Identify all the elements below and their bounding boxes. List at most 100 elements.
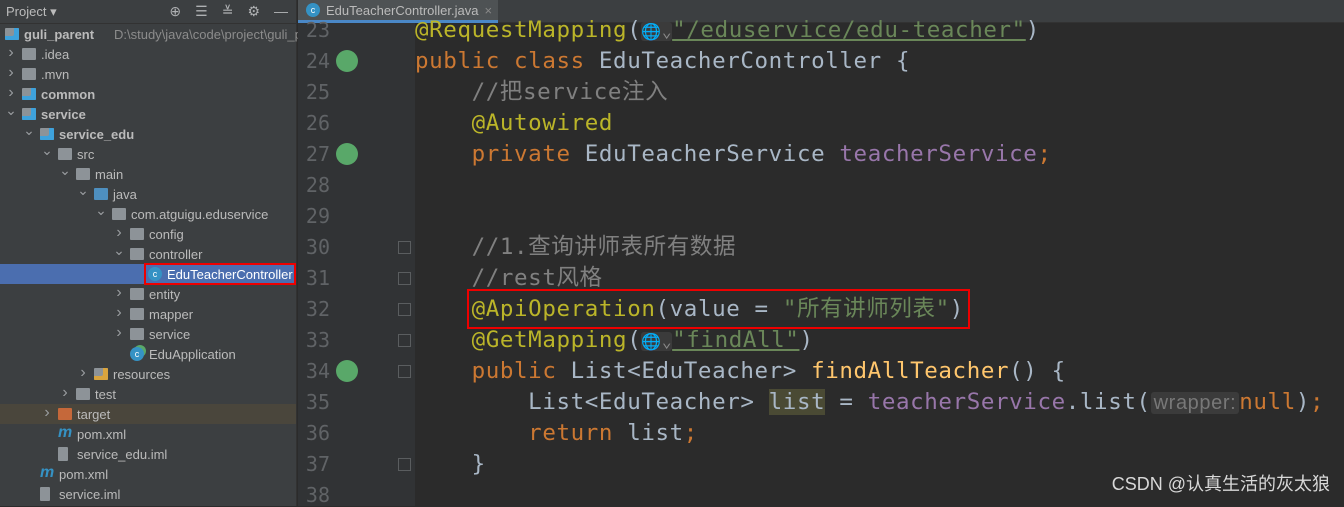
fold-marker-icon[interactable]: [398, 334, 411, 347]
line-number: 24: [305, 49, 330, 73]
tree-item[interactable]: › config: [0, 224, 296, 244]
code-token: list: [627, 420, 684, 446]
package-icon: [130, 248, 144, 260]
project-panel-header: Project ▾ ⊕ ☰ ≚ ⚙ —: [0, 0, 296, 24]
tree-item-label: config: [149, 226, 184, 242]
spring-bean-gutter-icon[interactable]: [336, 143, 358, 165]
chevron-right-icon[interactable]: ›: [113, 224, 125, 242]
code-token: teacherService: [867, 389, 1066, 415]
code-token: () {: [1009, 358, 1066, 384]
tree-item[interactable]: service_edu.iml: [0, 444, 296, 464]
project-view-dropdown[interactable]: Project ▾: [6, 4, 57, 20]
fold-marker-icon[interactable]: [398, 241, 411, 254]
package-icon: [130, 288, 144, 300]
chevron-right-icon[interactable]: ›: [77, 364, 89, 382]
iml-file-icon: [40, 487, 50, 501]
tree-item-label: main: [95, 166, 124, 182]
code-token: @RequestMapping: [415, 17, 628, 43]
fold-marker-icon[interactable]: [398, 365, 411, 378]
chevron-down-icon[interactable]: ⌄: [23, 122, 35, 139]
tree-item[interactable]: › resources: [0, 364, 296, 384]
line-number: 29: [305, 204, 330, 228]
gear-icon[interactable]: ⚙: [247, 3, 260, 20]
line-number: 38: [305, 483, 330, 507]
chevron-down-icon[interactable]: ⌄: [113, 242, 125, 259]
tree-item[interactable]: ⌄ service_edu: [0, 122, 296, 144]
code-token: List<EduTeacher>: [415, 389, 769, 415]
tree-item[interactable]: c EduApplication: [0, 344, 296, 364]
tree-item[interactable]: service.iml: [0, 484, 296, 504]
code-line: //把service注入: [415, 77, 668, 108]
chevron-right-icon[interactable]: ›: [113, 284, 125, 302]
code-token: teacherService: [839, 141, 1038, 167]
code-line: List<EduTeacher> list = teacherService.l…: [415, 387, 1324, 419]
tree-item[interactable]: › service: [0, 324, 296, 344]
fold-marker-icon[interactable]: [398, 272, 411, 285]
maven-icon: m: [58, 424, 73, 441]
project-path: D:\study\java\code\project\guli_pa: [114, 26, 310, 42]
code-token: @GetMapping: [471, 327, 628, 353]
source-folder-icon: [94, 188, 108, 200]
highlight-box-api-operation: [467, 289, 970, 329]
code-line: return list;: [415, 418, 698, 449]
tree-item[interactable]: › mapper: [0, 304, 296, 324]
tree-item-label: target: [77, 406, 111, 422]
tree-item-label: .mvn: [41, 66, 70, 82]
code-line: private EduTeacherService teacherService…: [415, 139, 1052, 170]
code-token: }: [415, 451, 486, 477]
tree-item[interactable]: ⌄ java: [0, 182, 296, 204]
chevron-right-icon[interactable]: ›: [113, 304, 125, 322]
tree-item[interactable]: m pom.xml: [0, 424, 296, 444]
highlight-box-tree-item: [144, 263, 296, 285]
line-number: 36: [305, 421, 330, 445]
minimize-icon[interactable]: —: [274, 3, 288, 20]
tree-item[interactable]: › common: [0, 84, 296, 104]
line-number: 23: [305, 18, 330, 42]
code-token: public: [415, 358, 571, 384]
chevron-right-icon[interactable]: ›: [5, 84, 17, 102]
chevron-down-icon[interactable]: ⌄: [59, 162, 71, 179]
code-token: ): [1025, 17, 1040, 43]
chevron-right-icon[interactable]: ›: [41, 404, 53, 422]
chevron-right-icon[interactable]: ›: [5, 64, 17, 82]
tree-item-label: src: [77, 146, 95, 162]
web-endpoint-gutter-icon[interactable]: [336, 360, 358, 382]
fold-marker-icon[interactable]: [398, 458, 411, 471]
expand-all-icon[interactable]: ☰: [195, 3, 208, 20]
tree-item[interactable]: ⌄ main: [0, 162, 296, 184]
locate-icon[interactable]: ⊕: [169, 3, 181, 20]
chevron-right-icon[interactable]: ›: [5, 44, 17, 62]
line-number: 27: [305, 142, 330, 166]
tree-item[interactable]: c EduTeacherController: [0, 263, 296, 285]
chevron-right-icon[interactable]: ›: [113, 324, 125, 342]
chevron-right-icon[interactable]: ›: [59, 384, 71, 402]
chevron-down-icon[interactable]: ⌄: [5, 102, 17, 119]
chevron-down-icon[interactable]: ⌄: [41, 142, 53, 159]
tree-item[interactable]: › test: [0, 384, 296, 404]
code-token: EduTeacherController {: [598, 48, 911, 74]
tree-item-label: controller: [149, 246, 203, 262]
chevron-down-icon[interactable]: ⌄: [77, 182, 89, 199]
tree-item[interactable]: ⌄ com.atguigu.eduservice: [0, 202, 296, 224]
module-folder-icon: [40, 128, 54, 140]
code-token: ): [1295, 389, 1311, 415]
chevron-down-icon[interactable]: ⌄: [95, 202, 107, 219]
tree-item[interactable]: ⌄ service: [0, 102, 296, 124]
tree-item[interactable]: › entity: [0, 284, 296, 304]
tree-item[interactable]: › .idea: [0, 44, 296, 64]
line-number: 37: [305, 452, 330, 476]
spring-bean-gutter-icon[interactable]: [336, 50, 358, 72]
code-token: =: [825, 389, 868, 415]
fold-marker-icon[interactable]: [398, 303, 411, 316]
tree-item[interactable]: ⌄ controller: [0, 242, 296, 264]
code-token: ;: [1310, 389, 1325, 415]
tree-item[interactable]: › .mvn: [0, 64, 296, 84]
collapse-all-icon[interactable]: ≚: [222, 3, 234, 20]
code-token: null: [1239, 389, 1296, 415]
tree-item[interactable]: m pom.xml: [0, 464, 296, 484]
code-token: //1.查询讲师表所有数据: [415, 234, 737, 260]
tree-item[interactable]: ⌄ src: [0, 142, 296, 164]
tree-item-label: service: [149, 326, 191, 342]
tree-item[interactable]: › target: [0, 404, 296, 424]
tree-item[interactable]: guli_parent D:\study\java\code\project\gu…: [0, 24, 309, 44]
